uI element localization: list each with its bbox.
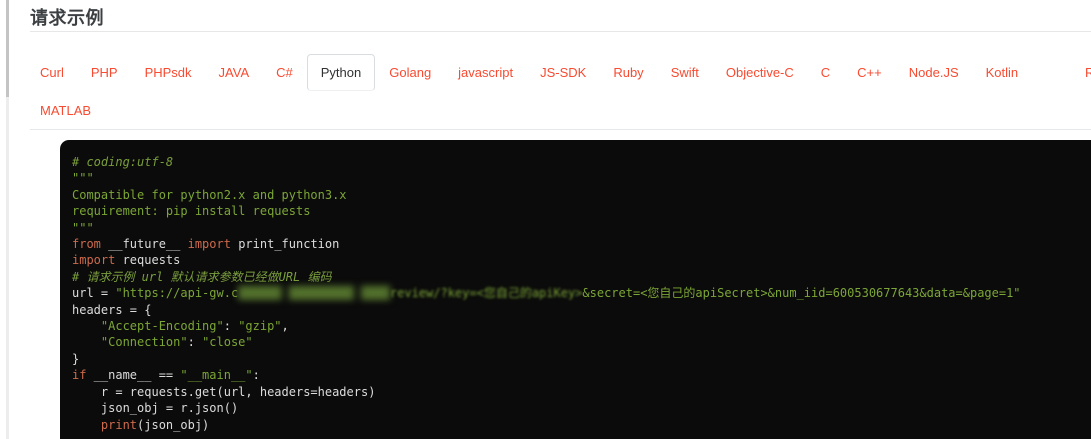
tab-php[interactable]: PHP <box>91 65 118 80</box>
code-segment-kw: if <box>72 368 87 383</box>
tab-swift[interactable]: Swift <box>671 65 699 80</box>
code-segment-plain: __name__ == <box>86 368 181 383</box>
tab-ruby[interactable]: Ruby <box>613 65 643 80</box>
code-segment-kw: import <box>187 237 231 252</box>
code-segment-plain: requests <box>115 253 181 268</box>
code-segment-kw: import <box>72 253 116 268</box>
code-segment-str: """ <box>72 171 94 186</box>
tab-node-js[interactable]: Node.JS <box>909 65 959 80</box>
code-line: "Connection": "close" <box>72 334 1081 350</box>
tab-curl[interactable]: Curl <box>40 65 64 80</box>
code-segment-plain: : <box>223 319 239 334</box>
code-line: print(json_obj) <box>72 417 1081 433</box>
code-segment-plain: json_obj = r.json() <box>72 401 239 416</box>
code-segment-plain: headers = { <box>72 302 152 317</box>
code-line: # coding:utf-8 <box>72 154 1081 170</box>
tab-c[interactable]: C++ <box>857 65 882 80</box>
code-block: # coding:utf-8 """ Compatible for python2.… <box>60 140 1091 439</box>
code-segment-plain: print_function <box>230 237 340 252</box>
code-segment-str: "__main__" <box>180 368 253 383</box>
code-segment-str: "Accept-Encoding" <box>100 319 224 334</box>
code-segment-str: Compatible for python2.x and python3.x <box>72 187 347 202</box>
code-line: url = "https://api-gw.c██████ █████████ … <box>72 285 1081 301</box>
code-line: if __name__ == "__main__": <box>72 367 1081 383</box>
tab-python[interactable]: Python <box>306 53 376 91</box>
code-segment-com: # 请求示例 url 默认请求参数已经做URL 编码 <box>72 269 332 284</box>
tab-js-sdk[interactable]: JS-SDK <box>540 65 586 80</box>
tab-golang[interactable]: Golang <box>389 65 431 80</box>
code-line: } <box>72 351 1081 367</box>
code-segment-kw: print <box>100 417 138 432</box>
code-line: """ <box>72 170 1081 186</box>
code-line: requirement: pip install requests <box>72 203 1081 219</box>
code-line: """ <box>72 220 1081 236</box>
code-segment-plain: __future__ <box>100 237 188 252</box>
code-segment-plain <box>72 335 101 349</box>
code-segment-plain: url = <box>72 286 116 301</box>
code-line: json_obj = r.json() <box>72 400 1081 416</box>
tab-row-1: Curl PHP PHPsdk JAVA C# Python Golang javascrip… <box>30 53 1091 91</box>
tab-kotlin[interactable]: Kotlin <box>986 65 1019 80</box>
code-segment-soft: review/?key=<您自己的apiKey> <box>389 286 583 301</box>
code-line: from __future__ import print_function <box>72 236 1081 252</box>
page: { "page": { "title": "请求示例" }, "tabs": {… <box>0 0 1091 439</box>
tab-java[interactable]: JAVA <box>219 65 250 80</box>
left-scrollbar-track[interactable] <box>6 0 9 439</box>
tab-javascript[interactable]: javascript <box>458 65 513 80</box>
code-line: headers = { <box>72 302 1081 318</box>
code-segment-str: requirement: pip install requests <box>72 204 311 219</box>
code-segment-plain: : <box>187 335 203 350</box>
code-line: Compatible for python2.x and python3.x <box>72 187 1081 203</box>
tab-objective-c[interactable]: Objective-C <box>726 65 794 80</box>
code-segment-str: &secret=<您自己的apiSecret>&num_iid=60053067… <box>582 286 1021 301</box>
code-line: # 请求示例 url 默认请求参数已经做URL 编码 <box>72 269 1081 285</box>
page-title: 请求示例 <box>30 8 104 28</box>
code-segment-plain <box>72 418 101 432</box>
tab-c[interactable]: C# <box>276 65 293 80</box>
code-segment-plain: : <box>252 368 260 383</box>
title-divider <box>30 31 1091 32</box>
code-segment-str: "close" <box>202 335 253 350</box>
code-segment-kw: from <box>72 237 101 252</box>
code-segment-str: "https://api-gw.c <box>115 286 239 301</box>
language-tabs: Curl PHP PHPsdk JAVA C# Python Golang javascrip… <box>30 53 1091 129</box>
code-segment-com: # coding:utf-8 <box>72 155 174 169</box>
code-segment-blur: ██████ █████████ ████ <box>238 286 390 301</box>
code-line: "Accept-Encoding": "gzip", <box>72 318 1081 334</box>
code-segment-str: "gzip" <box>238 319 282 334</box>
tab-phpsdk[interactable]: PHPsdk <box>145 65 192 80</box>
code-segment-plain: } <box>72 351 80 366</box>
tab-c[interactable]: C <box>821 65 830 80</box>
left-scrollbar-thumb[interactable] <box>6 0 9 97</box>
tab-r-clipped[interactable]: R <box>1085 53 1091 91</box>
code-line: import requests <box>72 252 1081 268</box>
code-segment-plain <box>72 319 101 333</box>
code-segment-plain: (json_obj) <box>137 417 210 432</box>
code-segment-plain: , <box>281 319 289 334</box>
tabs-bottom-divider <box>30 129 1091 130</box>
tab-row-2: MATLAB <box>30 91 1091 129</box>
code-segment-plain: r = requests.get(url, headers=headers) <box>72 384 376 399</box>
tab-matlab[interactable]: MATLAB <box>40 103 91 118</box>
code-segment-str: "Connection" <box>100 335 188 350</box>
code-segment-str: """ <box>72 220 94 235</box>
code-line: r = requests.get(url, headers=headers) <box>72 384 1081 400</box>
